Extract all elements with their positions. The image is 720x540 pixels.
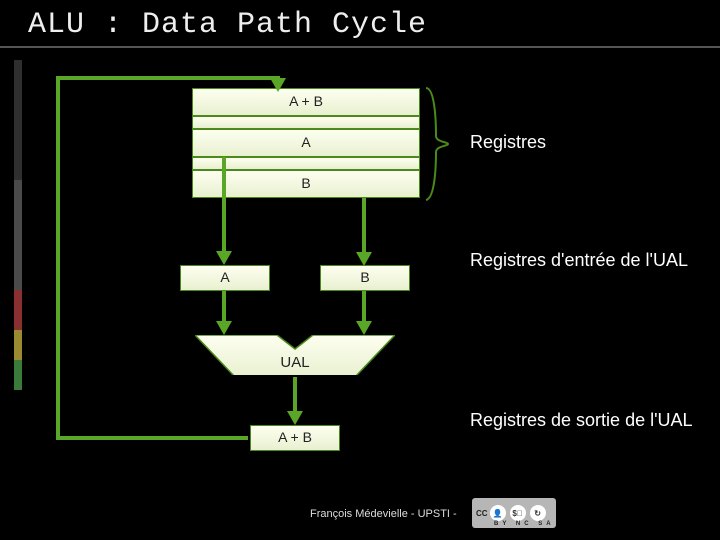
arrow-b-to-input [350,198,380,268]
brace-registers [420,86,470,202]
cc-nc-icon: $⃠ [510,505,526,521]
arrow-b-to-ual [350,291,380,337]
cc-by-icon: 👤 [490,505,506,521]
cc-prefix: CC [476,509,488,518]
page-title: ALU : Data Path Cycle [28,8,427,42]
label-registers: Registres [470,132,546,153]
label-input-regs: Registres d'entrée de l'UAL [470,250,688,271]
cc-terms: BY NC SA [494,521,555,527]
arrow-feedback [50,70,310,470]
label-output-reg: Registres de sortie de l'UAL [470,410,693,431]
cc-sa-icon: ↻ [530,505,546,521]
title-underline [0,46,720,48]
cc-badge: CC 👤 $⃠ ↻ BY NC SA [472,498,556,528]
accent-bar [14,60,22,390]
input-reg-b: B [320,265,410,291]
footer-credit: François Médevielle - UPSTI - [310,508,457,520]
